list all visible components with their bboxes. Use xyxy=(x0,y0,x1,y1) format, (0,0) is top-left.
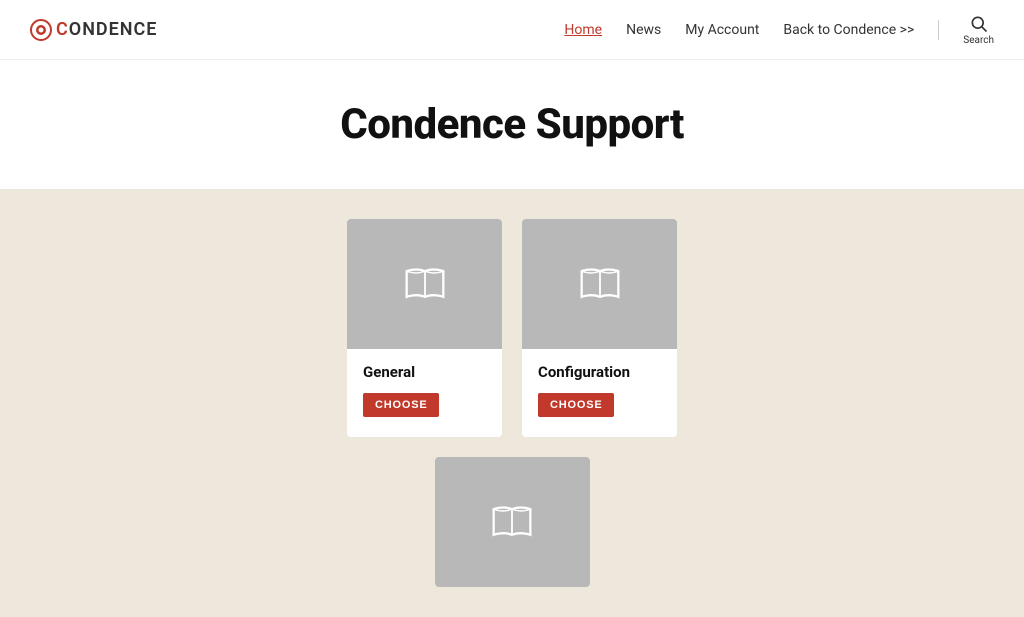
card-configuration: Configuration CHOOSE xyxy=(522,219,677,437)
card-general-title: General xyxy=(363,363,486,381)
search-label: Search xyxy=(963,35,994,46)
choose-general-button[interactable]: CHOOSE xyxy=(363,393,439,417)
card-general-image xyxy=(347,219,502,349)
page-title-area: Condence Support xyxy=(0,60,1024,189)
card-general: General CHOOSE xyxy=(347,219,502,437)
nav-home[interactable]: Home xyxy=(564,22,602,38)
nav-divider xyxy=(938,20,939,40)
choose-configuration-button[interactable]: CHOOSE xyxy=(538,393,614,417)
book-icon-configuration xyxy=(578,262,622,306)
card-partial-image xyxy=(435,457,590,587)
search-icon xyxy=(969,14,989,34)
logo-icon xyxy=(30,19,52,41)
cards-row-1: General CHOOSE Configuration CHOOSE xyxy=(0,219,1024,437)
page-title: Condence Support xyxy=(20,100,1004,149)
book-icon-general xyxy=(403,262,447,306)
search-button[interactable]: Search xyxy=(963,14,994,46)
header: CONDENCE Home News My Account Back to Co… xyxy=(0,0,1024,60)
card-partial-1 xyxy=(435,457,590,587)
card-configuration-title: Configuration xyxy=(538,363,661,381)
logo-text: CONDENCE xyxy=(56,19,157,40)
logo[interactable]: CONDENCE xyxy=(30,19,157,41)
cards-row-2 xyxy=(0,437,1024,587)
card-configuration-image xyxy=(522,219,677,349)
book-icon-partial xyxy=(490,500,534,544)
card-general-body: General CHOOSE xyxy=(347,363,502,417)
nav-back[interactable]: Back to Condence >> xyxy=(783,22,914,38)
main-nav: Home News My Account Back to Condence >>… xyxy=(564,14,994,46)
nav-myaccount[interactable]: My Account xyxy=(685,22,759,38)
main-content: General CHOOSE Configuration CHOOSE xyxy=(0,189,1024,617)
card-configuration-body: Configuration CHOOSE xyxy=(522,363,677,417)
nav-news[interactable]: News xyxy=(626,22,661,38)
